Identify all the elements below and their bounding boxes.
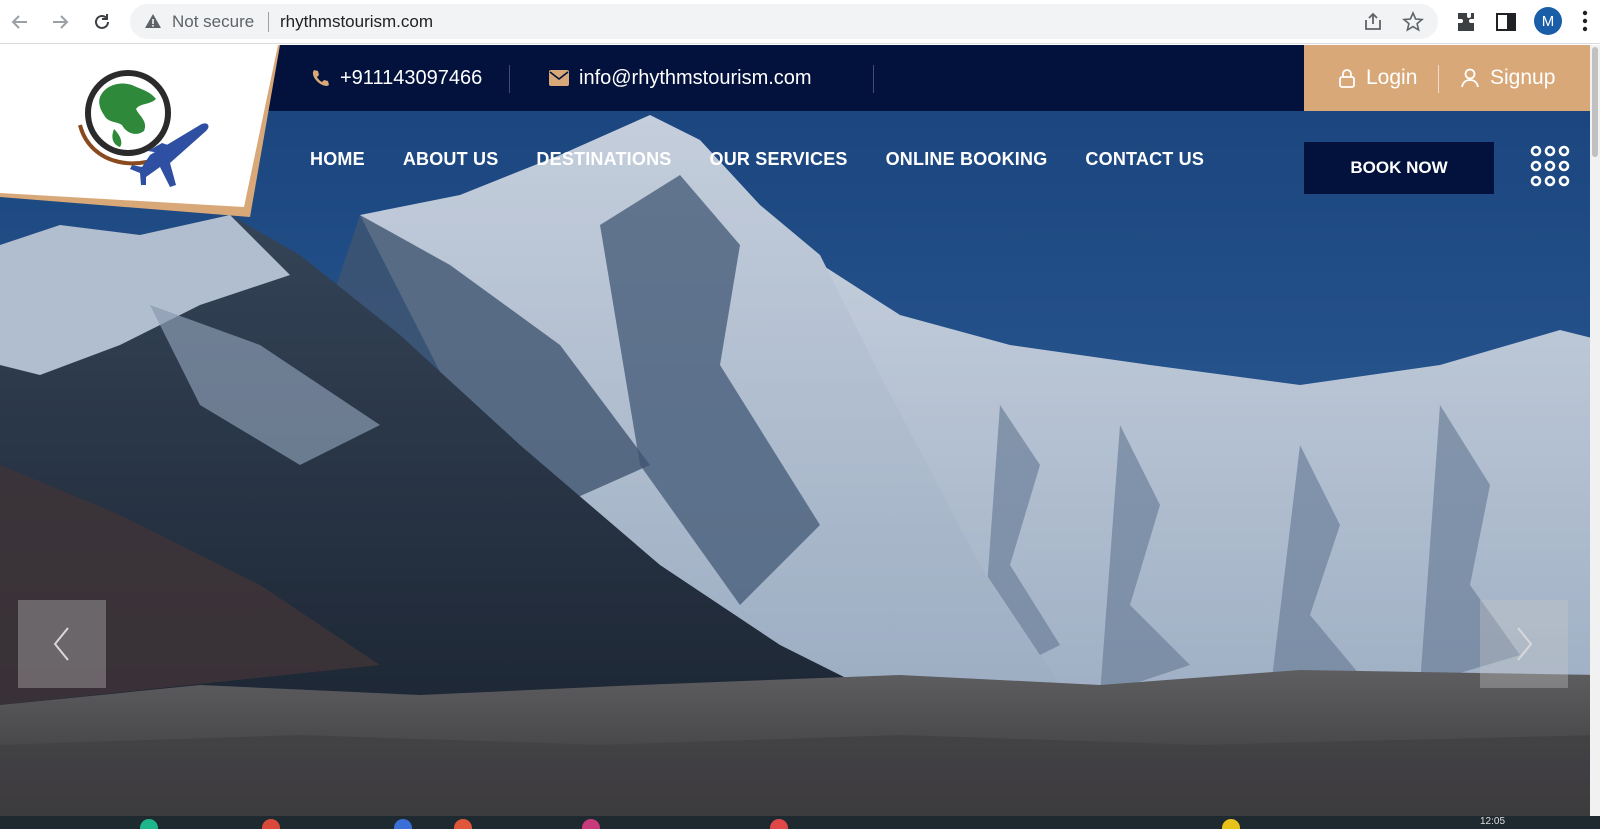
web-page: +911143097466 info@rhythmstourism.com Lo… <box>0 45 1600 816</box>
browser-toolbar: Not secure rhythmstourism.com M <box>0 0 1600 44</box>
extensions-icon[interactable] <box>1454 10 1478 34</box>
grid-menu-icon[interactable] <box>1530 145 1570 187</box>
warning-icon[interactable] <box>144 12 162 30</box>
auth-links: Login Signup <box>1304 45 1600 111</box>
email-link[interactable]: info@rhythmstourism.com <box>549 45 812 111</box>
chevron-left-icon <box>53 627 69 661</box>
signup-label: Signup <box>1490 66 1556 89</box>
divider <box>509 65 510 93</box>
signup-link[interactable]: Signup <box>1460 45 1555 111</box>
book-now-button[interactable]: BOOK NOW <box>1304 142 1494 194</box>
side-panel-icon[interactable] <box>1494 10 1518 34</box>
nav-about-us[interactable]: ABOUT US <box>403 149 499 170</box>
taskbar-app-icon[interactable] <box>770 819 788 829</box>
lock-icon <box>1339 69 1355 88</box>
taskbar-app-icon[interactable] <box>394 819 412 829</box>
taskbar-clock: 12:05 <box>1480 816 1506 827</box>
share-icon[interactable] <box>1362 11 1384 33</box>
taskbar-app-icon[interactable] <box>582 819 600 829</box>
phone-number: +911143097466 <box>340 66 483 89</box>
taskbar-app-icon[interactable] <box>140 819 158 829</box>
user-icon <box>1461 68 1479 88</box>
divider <box>1438 65 1439 93</box>
logo-card[interactable] <box>0 45 290 221</box>
chevron-right-icon <box>1517 627 1533 661</box>
envelope-icon <box>549 70 569 86</box>
main-navigation: HOME ABOUT US DESTINATIONS OUR SERVICES … <box>310 149 1204 170</box>
divider <box>873 65 874 93</box>
nav-home[interactable]: HOME <box>310 149 365 170</box>
more-menu-icon[interactable] <box>1582 10 1588 32</box>
profile-avatar[interactable]: M <box>1534 7 1562 35</box>
back-button[interactable] <box>6 8 34 36</box>
login-label: Login <box>1366 66 1418 89</box>
arrow-right-icon <box>53 15 69 29</box>
url-text[interactable]: rhythmstourism.com <box>280 12 433 32</box>
nav-our-services[interactable]: OUR SERVICES <box>710 149 848 170</box>
email-address: info@rhythmstourism.com <box>579 66 812 89</box>
nav-online-booking[interactable]: ONLINE BOOKING <box>886 149 1048 170</box>
bookmark-star-icon[interactable] <box>1402 11 1424 33</box>
forward-button[interactable] <box>46 8 74 36</box>
slider-prev-button[interactable] <box>18 600 106 688</box>
nav-contact-us[interactable]: CONTACT US <box>1085 149 1204 170</box>
arrow-left-icon <box>11 15 27 29</box>
divider <box>268 12 269 32</box>
os-taskbar: 12:05 <box>0 816 1600 829</box>
reload-icon <box>95 14 109 29</box>
taskbar-app-icon[interactable] <box>262 819 280 829</box>
reload-button[interactable] <box>88 8 116 36</box>
nav-destinations[interactable]: DESTINATIONS <box>536 149 671 170</box>
taskbar-app-icon[interactable] <box>1222 819 1240 829</box>
scrollbar-thumb[interactable] <box>1592 47 1598 157</box>
slider-next-button[interactable] <box>1480 600 1568 688</box>
login-link[interactable]: Login <box>1338 45 1417 111</box>
address-bar[interactable]: Not secure rhythmstourism.com <box>130 4 1438 39</box>
phone-link[interactable]: +911143097466 <box>310 45 482 111</box>
page-scrollbar[interactable] <box>1590 45 1600 816</box>
security-label[interactable]: Not secure <box>172 12 254 32</box>
taskbar-app-icon[interactable] <box>454 819 472 829</box>
phone-icon <box>312 70 329 86</box>
